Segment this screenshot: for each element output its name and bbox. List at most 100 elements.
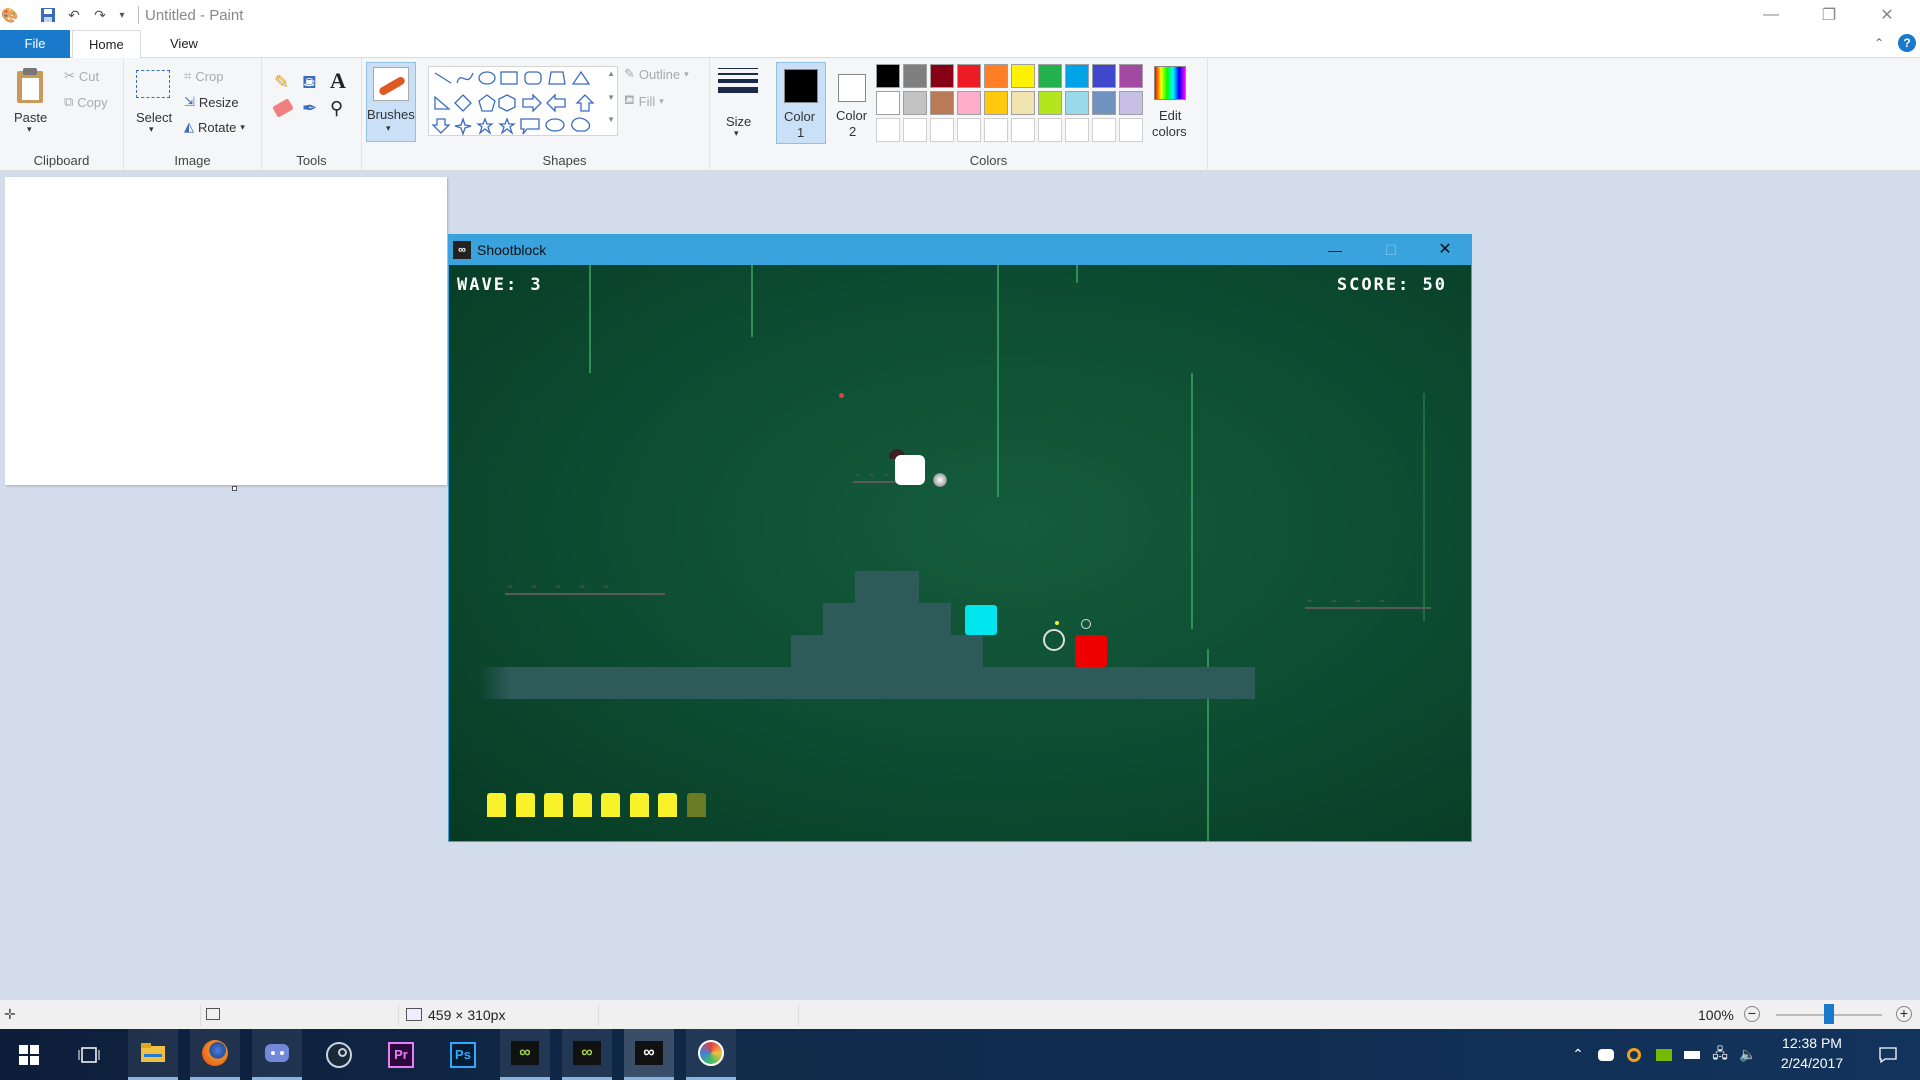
game-icon-1[interactable]: ∞ bbox=[500, 1029, 550, 1080]
palette-swatch[interactable] bbox=[1092, 91, 1116, 115]
color2-button[interactable]: Color 2 bbox=[828, 62, 878, 144]
magnifier-icon[interactable]: ⚲ bbox=[330, 98, 343, 119]
orange-tray-icon[interactable] bbox=[1622, 1029, 1646, 1080]
minimize-ribbon-icon[interactable]: ⌃ bbox=[1874, 36, 1884, 50]
paste-icon[interactable] bbox=[14, 66, 48, 107]
palette-swatch[interactable] bbox=[876, 118, 900, 142]
discord-tray-icon[interactable] bbox=[1594, 1029, 1618, 1080]
eraser-icon[interactable] bbox=[272, 98, 294, 118]
palette-swatch[interactable] bbox=[1065, 118, 1089, 142]
windows-start-icon[interactable] bbox=[4, 1029, 54, 1080]
action-center-icon[interactable] bbox=[1868, 1029, 1908, 1080]
customize-quick-access-icon[interactable]: ▾ bbox=[112, 5, 132, 25]
palette-swatch[interactable] bbox=[1119, 64, 1143, 88]
shapes-scroll-up-icon[interactable]: ▲ bbox=[607, 69, 615, 78]
restore-button[interactable]: ❐ bbox=[1800, 0, 1858, 30]
palette-swatch[interactable] bbox=[1011, 64, 1035, 88]
shapes-expand-icon[interactable]: ▼ bbox=[607, 115, 615, 124]
volume-icon[interactable]: 🔈 bbox=[1736, 1029, 1760, 1080]
edit-colors-button[interactable]: Edit colors bbox=[1146, 62, 1192, 144]
clock[interactable]: 12:38 PM 2/24/2017 bbox=[1764, 1033, 1860, 1077]
network-icon[interactable]: 🖧 bbox=[1708, 1029, 1732, 1080]
palette-swatch[interactable] bbox=[1038, 91, 1062, 115]
firefox-icon[interactable] bbox=[190, 1029, 240, 1080]
palette-swatch[interactable] bbox=[1011, 91, 1035, 115]
palette-swatch[interactable] bbox=[903, 118, 927, 142]
palette-swatch[interactable] bbox=[1065, 64, 1089, 88]
palette-swatch[interactable] bbox=[1038, 118, 1062, 142]
paste-dropdown-icon[interactable]: ▾ bbox=[27, 124, 32, 135]
palette-swatch[interactable] bbox=[930, 118, 954, 142]
brushes-button[interactable]: Brushes ▾ bbox=[366, 62, 416, 142]
palette-swatch[interactable] bbox=[957, 118, 981, 142]
game-icon-2[interactable]: ∞ bbox=[562, 1029, 612, 1080]
shapes-gallery[interactable]: ▲ ▼ ▼ bbox=[428, 66, 618, 137]
shootblock-minimize-button[interactable]: — bbox=[1307, 235, 1363, 265]
select-icon[interactable] bbox=[136, 70, 170, 98]
paint-canvas[interactable] bbox=[5, 177, 447, 485]
palette-swatch[interactable] bbox=[903, 64, 927, 88]
save-icon[interactable] bbox=[38, 5, 58, 25]
tab-home[interactable]: Home bbox=[72, 30, 141, 59]
discord-icon[interactable] bbox=[252, 1029, 302, 1080]
battery-icon[interactable] bbox=[1680, 1029, 1704, 1080]
palette-swatch[interactable] bbox=[876, 91, 900, 115]
show-hidden-icons-icon[interactable]: ⌃ bbox=[1566, 1029, 1590, 1080]
shootblock-window[interactable]: ∞ Shootblock — ☐ ✕ WAVE: 3 SCORE: 50 ⌃⌃⌃… bbox=[448, 234, 1472, 842]
shootblock-close-button[interactable]: ✕ bbox=[1419, 235, 1471, 265]
pencil-icon[interactable]: ✎ bbox=[274, 72, 289, 93]
nvidia-tray-icon[interactable] bbox=[1652, 1029, 1676, 1080]
palette-swatch[interactable] bbox=[1119, 91, 1143, 115]
canvas-resize-handle[interactable] bbox=[232, 486, 237, 491]
tab-file[interactable]: File bbox=[0, 30, 70, 58]
paint-taskbar-icon[interactable] bbox=[686, 1029, 736, 1080]
task-view-icon[interactable] bbox=[64, 1029, 114, 1080]
fill-bucket-icon[interactable]: ⛾ bbox=[302, 72, 317, 96]
palette-swatch[interactable] bbox=[1011, 118, 1035, 142]
palette-swatch[interactable] bbox=[903, 91, 927, 115]
palette-swatch[interactable] bbox=[1092, 118, 1116, 142]
outline-button[interactable]: ✎ Outline ▾ bbox=[624, 66, 689, 82]
paint-app-icon[interactable]: 🎨 bbox=[0, 5, 20, 25]
rotate-button[interactable]: ◭ Rotate ▾ bbox=[184, 119, 245, 135]
palette-swatch[interactable] bbox=[930, 64, 954, 88]
zoom-slider-thumb[interactable] bbox=[1824, 1004, 1834, 1024]
paste-button[interactable]: Paste bbox=[14, 110, 47, 125]
close-button[interactable]: ✕ bbox=[1858, 0, 1916, 30]
select-dropdown-icon[interactable]: ▾ bbox=[149, 124, 154, 135]
shootblock-maximize-button[interactable]: ☐ bbox=[1363, 235, 1419, 265]
crop-button[interactable]: ⌗ Crop bbox=[184, 68, 224, 84]
select-button[interactable]: Select bbox=[136, 110, 172, 125]
color1-button[interactable]: Color 1 bbox=[776, 62, 826, 144]
fill-button[interactable]: ⛾ Fill ▾ bbox=[624, 92, 664, 110]
cut-button[interactable]: ✂ Cut bbox=[64, 68, 99, 84]
redo-icon[interactable]: ↷ bbox=[90, 5, 110, 25]
steam-icon[interactable] bbox=[314, 1029, 364, 1080]
palette-swatch[interactable] bbox=[957, 91, 981, 115]
game-viewport[interactable]: WAVE: 3 SCORE: 50 ⌃⌃⌃ ⌃⌃⌃⌃⌃ ⌃⌃⌃⌃ bbox=[449, 265, 1471, 841]
resize-button[interactable]: ⇲ Resize bbox=[184, 94, 239, 110]
palette-swatch[interactable] bbox=[984, 64, 1008, 88]
shapes-scroll-down-icon[interactable]: ▼ bbox=[607, 93, 615, 102]
zoom-in-button[interactable]: + bbox=[1896, 1006, 1912, 1022]
palette-swatch[interactable] bbox=[984, 118, 1008, 142]
tab-view[interactable]: View bbox=[154, 30, 214, 58]
palette-swatch[interactable] bbox=[984, 91, 1008, 115]
size-button[interactable]: Size ▾ bbox=[712, 62, 764, 146]
palette-swatch[interactable] bbox=[1065, 91, 1089, 115]
shootblock-taskbar-icon[interactable]: ∞ bbox=[624, 1029, 674, 1080]
zoom-out-button[interactable]: − bbox=[1744, 1006, 1760, 1022]
file-explorer-icon[interactable] bbox=[128, 1029, 178, 1080]
palette-swatch[interactable] bbox=[1119, 118, 1143, 142]
palette-swatch[interactable] bbox=[1038, 64, 1062, 88]
color-picker-icon[interactable]: ✒ bbox=[302, 98, 317, 119]
premiere-icon[interactable]: Pr bbox=[376, 1029, 426, 1080]
help-icon[interactable]: ? bbox=[1898, 34, 1916, 52]
palette-swatch[interactable] bbox=[930, 91, 954, 115]
undo-icon[interactable]: ↶ bbox=[64, 5, 84, 25]
minimize-button[interactable]: — bbox=[1742, 0, 1800, 30]
palette-swatch[interactable] bbox=[1092, 64, 1116, 88]
copy-button[interactable]: ⧉ Copy bbox=[64, 94, 108, 110]
photoshop-icon[interactable]: Ps bbox=[438, 1029, 488, 1080]
palette-swatch[interactable] bbox=[876, 64, 900, 88]
